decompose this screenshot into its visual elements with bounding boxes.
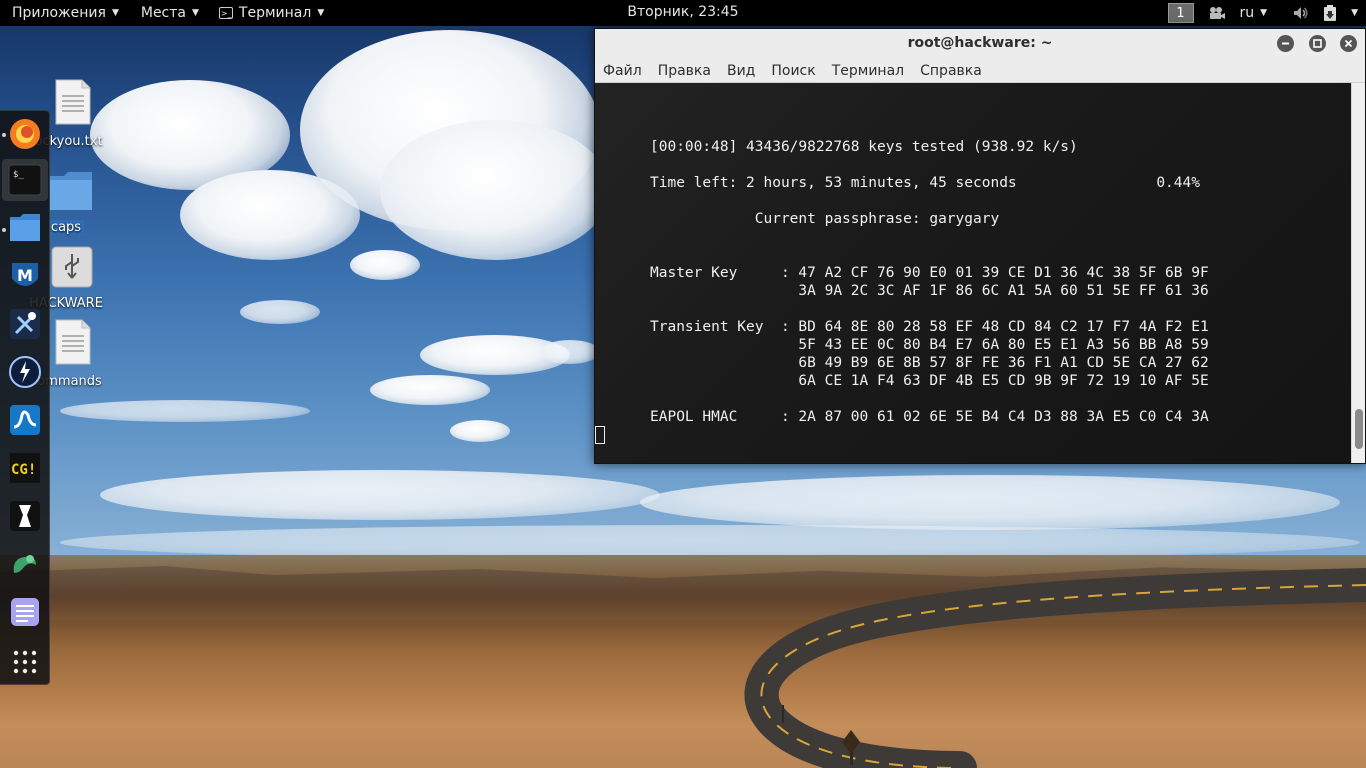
show-apps-icon: [13, 650, 37, 674]
transient-key-line: 6B 49 B9 6E 8B 57 8F FE 36 F1 A1 CD 5E C…: [650, 355, 1209, 371]
terminal-app-menu-label: Терминал: [238, 5, 312, 21]
running-indicator: [2, 228, 6, 232]
svg-text:$_: $_: [13, 170, 24, 180]
desktop-icon-label: caps: [47, 220, 85, 235]
dock-text-editor[interactable]: [8, 595, 42, 629]
applications-menu-label: Приложения: [12, 5, 106, 21]
menu-help[interactable]: Справка: [912, 59, 990, 83]
eapol-hmac-line: EAPOL HMAC : 2A 87 00 61 02 6E 5E B4 C4 …: [650, 409, 1209, 425]
clock-label[interactable]: Вторник, 23:45: [627, 4, 738, 20]
maximize-button[interactable]: [1309, 35, 1326, 52]
minimize-button[interactable]: [1277, 35, 1294, 52]
burpsuite-icon: [9, 356, 41, 388]
battery-icon[interactable]: [1323, 5, 1337, 21]
dock-maltego[interactable]: [8, 499, 42, 533]
dock-armitage[interactable]: [8, 307, 42, 341]
close-icon: [1344, 39, 1353, 48]
text-file-icon: [55, 79, 91, 125]
dock-terminal[interactable]: $_: [2, 159, 48, 201]
dock-wireshark[interactable]: [8, 403, 42, 437]
time-left-line: Time left: 2 hours, 53 minutes, 45 secon…: [650, 175, 1200, 191]
menu-view[interactable]: Вид: [719, 59, 763, 83]
terminal-window: root@hackware: ~ Файл Правка Вид Поиск Т…: [594, 28, 1366, 464]
folder-icon: [50, 172, 92, 210]
window-title: root@hackware: ~: [907, 35, 1053, 51]
scrollbar-thumb[interactable]: [1355, 409, 1363, 449]
text-cursor: [595, 426, 605, 444]
terminal-output[interactable]: [00:00:48] 43436/9822768 keys tested (93…: [595, 83, 1351, 463]
chevron-down-icon: ▼: [111, 8, 119, 18]
dock-firefox[interactable]: [8, 117, 42, 151]
transient-key-line: Transient Key : BD 64 8E 80 28 58 EF 48 …: [650, 319, 1209, 335]
wireshark-icon: [10, 405, 40, 435]
menu-terminal[interactable]: Терминал: [824, 59, 912, 83]
system-menu-arrow[interactable]: ▼: [1351, 0, 1358, 26]
system-tray: 1 ru ▼ ▼: [1167, 0, 1358, 26]
terminal-menubar: Файл Правка Вид Поиск Терминал Справка: [595, 59, 1365, 83]
terminal-app-menu[interactable]: >_ Терминал ▼: [213, 0, 330, 26]
keyboard-layout-label: ru: [1239, 5, 1255, 21]
keys-tested-line: [00:00:48] 43436/9822768 keys tested (93…: [650, 139, 1078, 155]
dock-files[interactable]: [8, 211, 42, 245]
transient-key-line: 6A CE 1A F4 63 DF 4B E5 CD 9B 9F 72 19 1…: [650, 373, 1209, 389]
places-menu-label: Места: [140, 5, 186, 21]
window-titlebar[interactable]: root@hackware: ~: [595, 29, 1365, 60]
metasploit-icon: M: [12, 263, 38, 286]
chevron-down-icon: ▼: [191, 8, 199, 18]
minimize-icon: [1282, 42, 1289, 45]
video-camera-icon[interactable]: [1208, 6, 1226, 20]
terminal-icon: $_: [8, 164, 42, 196]
usb-drive-icon: [51, 246, 93, 288]
maximize-icon: [1313, 39, 1322, 48]
zaproxy-icon: [13, 555, 36, 573]
applications-menu[interactable]: Приложения ▼: [6, 0, 125, 26]
svg-text:M: M: [17, 266, 33, 285]
menu-file[interactable]: Файл: [595, 59, 650, 83]
dock: $_ M CG!: [0, 110, 50, 685]
workspace-indicator[interactable]: 1: [1167, 3, 1194, 23]
top-panel: Приложения ▼ Места ▼ >_ Терминал ▼ Вторн…: [0, 0, 1366, 26]
files-icon: [10, 214, 40, 241]
volume-icon[interactable]: [1293, 6, 1309, 20]
menu-edit[interactable]: Правка: [650, 59, 719, 83]
terminal-icon: >_: [218, 7, 233, 19]
current-passphrase-line: Current passphrase: garygary: [650, 211, 1000, 227]
dock-burpsuite[interactable]: [8, 355, 42, 389]
dock-zaproxy[interactable]: [8, 547, 42, 581]
firefox-icon: [10, 119, 40, 149]
chevron-down-icon: ▼: [317, 8, 325, 18]
maltego-icon: [10, 501, 40, 531]
keyboard-layout-menu[interactable]: ru ▼: [1240, 0, 1268, 26]
svg-text:CG!: CG!: [11, 462, 36, 478]
terminal-scrollbar[interactable]: [1351, 83, 1365, 463]
dock-show-apps[interactable]: [8, 645, 42, 679]
transient-key-line: 5F 43 EE 0C 80 B4 E7 6A 80 E5 E1 A3 56 B…: [650, 337, 1209, 353]
menu-search[interactable]: Поиск: [763, 59, 823, 83]
master-key-line: Master Key : 47 A2 CF 76 90 E0 01 39 CE …: [650, 265, 1209, 281]
chevron-down-icon: ▼: [1260, 8, 1268, 18]
cherrytree-icon: CG!: [10, 453, 40, 483]
text-editor-icon: [11, 598, 39, 626]
close-button[interactable]: [1340, 35, 1357, 52]
running-indicator: [2, 133, 6, 137]
text-file-icon: [55, 319, 91, 365]
places-menu[interactable]: Места ▼: [135, 0, 205, 26]
dock-metasploit[interactable]: M: [8, 259, 42, 293]
master-key-line: 3A 9A 2C 3C AF 1F 86 6C A1 5A 60 51 5E F…: [650, 283, 1209, 299]
armitage-icon: [10, 309, 40, 339]
dock-cherrytree[interactable]: CG!: [8, 451, 42, 485]
